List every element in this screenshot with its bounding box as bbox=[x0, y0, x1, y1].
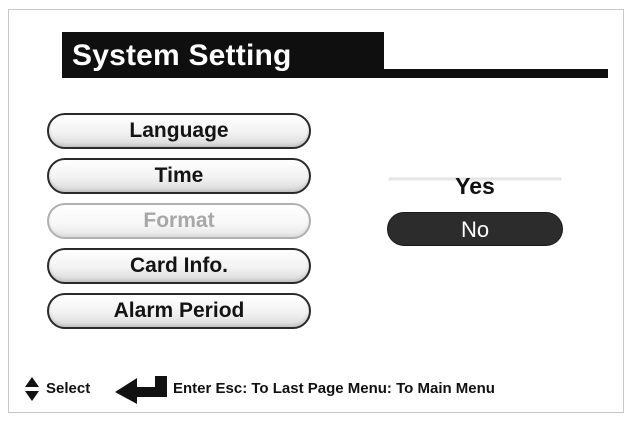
option-no[interactable]: No bbox=[387, 212, 563, 246]
menu-item-card-info[interactable]: Card Info. bbox=[47, 248, 311, 284]
menu-item-language[interactable]: Language bbox=[47, 113, 311, 149]
menu-item-alarm-period[interactable]: Alarm Period bbox=[47, 293, 311, 329]
up-down-arrow-icon bbox=[25, 377, 39, 401]
help-enter-label: Enter Esc: To Last Page Menu: To Main Me… bbox=[173, 380, 495, 397]
enter-arrow-icon bbox=[115, 376, 167, 404]
option-yes[interactable]: Yes bbox=[387, 169, 563, 203]
help-bar: Select Enter Esc: To Last Page Menu: To … bbox=[24, 372, 624, 406]
menu-item-time[interactable]: Time bbox=[47, 158, 311, 194]
page-title: System Setting bbox=[72, 39, 292, 72]
menu-item-format: Format bbox=[47, 203, 311, 239]
title-underline bbox=[382, 69, 608, 78]
help-select-label: Select bbox=[46, 380, 91, 397]
